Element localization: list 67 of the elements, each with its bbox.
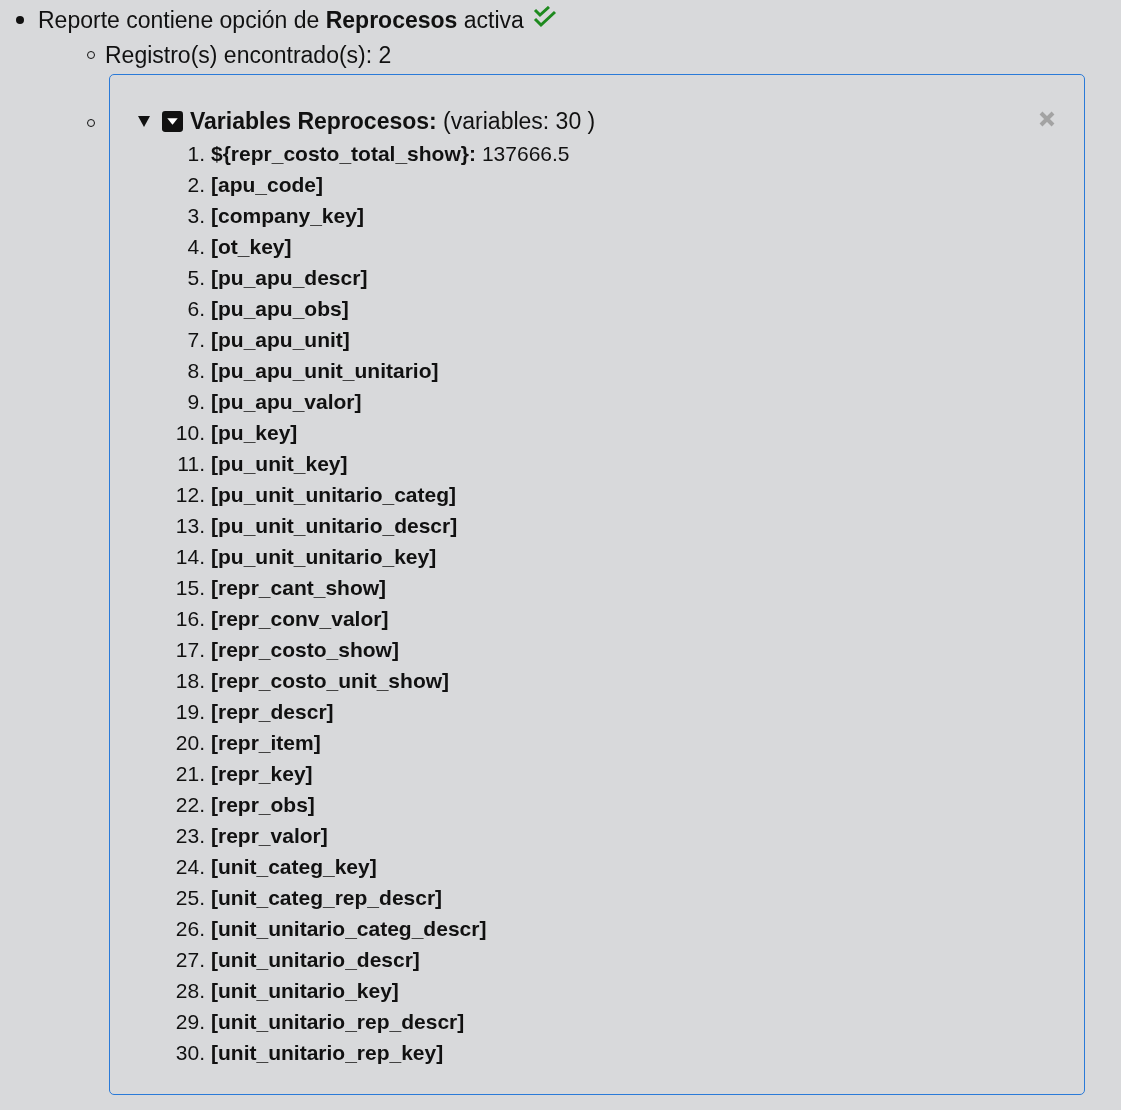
variable-name: [unit_unitario_categ_descr]: [211, 916, 487, 941]
item-number: 21.: [174, 761, 205, 786]
variable-name: [company_key]: [211, 203, 364, 228]
records-count: Registro(s) encontrado(s): 2: [105, 41, 392, 69]
variable-name: [unit_categ_rep_descr]: [211, 885, 443, 910]
variable-name: [repr_costo_show]: [211, 637, 399, 662]
item-number: 14.: [174, 544, 205, 569]
item-number: 12.: [174, 482, 205, 507]
variable-name: [repr_cant_show]: [211, 575, 387, 600]
item-number: 1.: [186, 141, 205, 166]
panel-title: Variables Reprocesos: (variables: 30 ): [190, 107, 596, 135]
variable-name: [pu_apu_unit_unitario]: [211, 358, 439, 383]
item-number: 22.: [174, 792, 205, 817]
item-number: 25.: [174, 885, 205, 910]
item-number: 18.: [174, 668, 205, 693]
bullet-icon: [16, 16, 24, 24]
variable-name: [repr_item]: [211, 730, 321, 755]
item-number: 26.: [174, 916, 205, 941]
variable-name: [pu_key]: [211, 420, 298, 445]
variable-name: [pu_unit_unitario_key]: [211, 544, 437, 569]
item-number: 24.: [174, 854, 205, 879]
item-number: 6.: [186, 296, 205, 321]
item-number: 10.: [174, 420, 205, 445]
variable-name: [repr_valor]: [211, 823, 328, 848]
item-number: 5.: [186, 265, 205, 290]
variable-name: [apu_code]: [211, 172, 323, 197]
item-number: 4.: [186, 234, 205, 259]
item-number: 11.: [176, 451, 205, 476]
item-number: 15.: [174, 575, 205, 600]
variable-value: 137666.5: [481, 141, 570, 166]
item-number: 9.: [186, 389, 205, 414]
variable-name: [repr_costo_unit_show]: [211, 668, 450, 693]
item-number: 28.: [174, 978, 205, 1003]
variable-name: [pu_unit_unitario_categ]: [211, 482, 457, 507]
variable-name: [pu_unit_key]: [211, 451, 348, 476]
disclosure-triangle-icon[interactable]: [137, 114, 151, 128]
variable-name: [pu_apu_obs]: [211, 296, 349, 321]
variable-name: [unit_categ_key]: [211, 854, 377, 879]
item-number: 2.: [186, 172, 205, 197]
variable-name: [pu_unit_unitario_descr]: [211, 513, 458, 538]
variable-name: [repr_obs]: [211, 792, 315, 817]
variable-name: [unit_unitario_key]: [211, 978, 399, 1003]
item-number: 20.: [174, 730, 205, 755]
item-number: 30.: [174, 1040, 205, 1065]
item-number: 7.: [186, 327, 205, 352]
variable-name: [pu_apu_unit]: [211, 327, 350, 352]
variable-name: [unit_unitario_rep_key]: [211, 1040, 444, 1065]
variable-name: [ot_key]: [211, 234, 292, 259]
variable-name: [pu_apu_descr]: [211, 265, 368, 290]
item-number: 13.: [174, 513, 205, 538]
caret-square-icon: [162, 110, 183, 132]
variable-name: [pu_apu_valor]: [211, 389, 362, 414]
item-number: 3.: [186, 203, 205, 228]
item-number: 23.: [174, 823, 205, 848]
variable-name: [repr_descr]: [211, 699, 334, 724]
item-number: 17.: [174, 637, 205, 662]
item-number: 16.: [174, 606, 205, 631]
item-number: 29.: [174, 1009, 205, 1034]
variable-name: [repr_key]: [211, 761, 313, 786]
status-text: Reporte contiene opción de Reprocesos activa: [38, 6, 524, 34]
item-number: 19.: [174, 699, 205, 724]
variable-name: ${repr_costo_total_show}:: [211, 141, 476, 166]
variable-name: [unit_unitario_descr]: [211, 947, 420, 972]
item-number: 8.: [186, 358, 205, 383]
variable-name: [unit_unitario_rep_descr]: [211, 1009, 465, 1034]
item-number: 27.: [174, 947, 205, 972]
variable-name: [repr_conv_valor]: [211, 606, 389, 631]
